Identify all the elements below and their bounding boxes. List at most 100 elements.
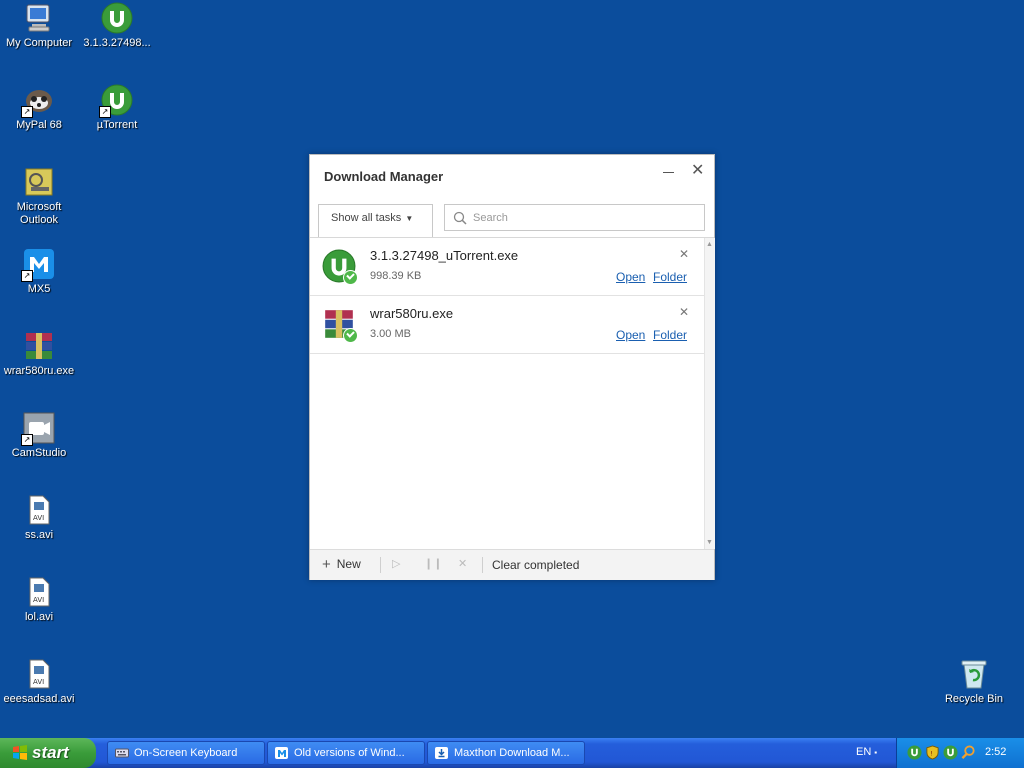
resume-button[interactable]: ▷ (392, 557, 400, 570)
file-name: 3.1.3.27498_uTorrent.exe (370, 248, 519, 263)
file-size: 3.00 MB (370, 328, 411, 340)
mypal-icon: ↗ (21, 84, 55, 118)
desktop-icon-eeesadsad-avi[interactable]: AVI eeesadsad.avi (0, 658, 78, 706)
new-download-button[interactable]: + New (322, 556, 361, 573)
desktop-icon-label: wrar580ru.exe (3, 365, 75, 377)
completed-check-icon (343, 328, 358, 343)
winrar-icon (23, 330, 55, 362)
new-label: New (336, 557, 361, 571)
search-icon (453, 211, 467, 225)
taskbar-button-label: On-Screen Keyboard (134, 747, 238, 759)
utorrent-icon: ↗ (99, 84, 133, 118)
desktop-icon-winrar[interactable]: wrar580ru.exe (0, 330, 78, 378)
remove-item-button[interactable]: ✕ (679, 247, 689, 261)
desktop-icon-label: My Computer (5, 37, 73, 49)
desktop-icon-label: lol.avi (24, 611, 54, 623)
vertical-scrollbar[interactable]: ▲ ▼ (704, 238, 715, 549)
download-manager-window[interactable]: Download Manager ✕ Show all tasks▼ 3.1.3… (309, 154, 715, 580)
shortcut-arrow-icon: ↗ (99, 106, 111, 118)
scroll-down-icon[interactable]: ▼ (706, 539, 713, 546)
search-input[interactable] (473, 209, 693, 226)
folder-link[interactable]: Folder (653, 270, 687, 284)
recycle-bin-icon (958, 658, 990, 690)
taskbar-button-on-screen-keyboard[interactable]: On-Screen Keyboard (107, 741, 265, 765)
close-icon: ✕ (691, 162, 705, 179)
file-size: 998.39 KB (370, 270, 422, 282)
task-filter-dropdown[interactable]: Show all tasks ▼ (318, 204, 433, 237)
avi-file-icon: AVI (23, 494, 55, 526)
file-name: wrar580ru.exe (370, 306, 454, 321)
desktop-icon-lol-avi[interactable]: AVI lol.avi (0, 576, 78, 624)
minimize-button[interactable] (662, 165, 676, 179)
outlook-icon (23, 166, 55, 198)
security-shield-icon[interactable]: ! (925, 745, 940, 760)
shortcut-arrow-icon: ↗ (21, 434, 33, 446)
maxthon-icon (275, 747, 288, 759)
taskbar-button-label: Old versions of Wind... (294, 747, 405, 759)
language-label: EN (856, 746, 872, 758)
desktop-icon-label: µTorrent (96, 119, 138, 131)
desktop-icon-ss-avi[interactable]: AVI ss.avi (0, 494, 78, 542)
pause-icon: ❙❙ (424, 558, 443, 570)
language-indicator[interactable]: EN ▪ (856, 746, 877, 758)
clear-completed-button[interactable]: Clear completed (492, 558, 579, 572)
download-item[interactable]: wrar580ru.exe 3.00 MB ✕ Open Folder (310, 296, 704, 354)
keyboard-icon (115, 748, 129, 758)
shortcut-arrow-icon: ↗ (21, 106, 33, 118)
clock[interactable]: 2:52 (985, 746, 1006, 758)
desktop-icon-mx5[interactable]: ↗ MX5 (0, 248, 78, 296)
pause-button[interactable]: ❙❙ (424, 557, 442, 570)
desktop-icon-recycle-bin[interactable]: Recycle Bin (935, 658, 1013, 706)
desktop-icon-label: eeesadsad.avi (3, 693, 75, 705)
desktop-icon-outlook[interactable]: Microsoft Outlook (0, 166, 78, 227)
utorrent-icon (101, 2, 133, 34)
remove-item-button[interactable]: ✕ (679, 305, 689, 319)
scroll-up-icon[interactable]: ▲ (706, 241, 713, 248)
windows-logo-icon (13, 745, 27, 760)
taskbar: start On-Screen Keyboard Old versions of… (0, 738, 1024, 768)
taskbar-button-old-versions[interactable]: Old versions of Wind... (267, 741, 425, 765)
avi-file-icon: AVI (23, 576, 55, 608)
download-item[interactable]: 3.1.3.27498_uTorrent.exe 998.39 KB ✕ Ope… (310, 238, 704, 296)
taskbar-button-maxthon-download-manager[interactable]: Maxthon Download M... (427, 741, 585, 765)
keyboard-layout-icon: ▪ (874, 748, 878, 757)
close-icon: ✕ (458, 558, 468, 570)
desktop-icon-label: 3.1.3.27498... (83, 37, 151, 49)
start-label: start (32, 743, 69, 762)
close-icon: ✕ (679, 305, 690, 319)
utorrent-tray-icon[interactable] (943, 745, 958, 760)
utorrent-tray-icon[interactable] (907, 745, 922, 760)
close-button[interactable]: ✕ (691, 163, 704, 179)
search-tray-icon[interactable] (961, 745, 976, 760)
desktop-icon-my-computer[interactable]: My Computer (0, 2, 78, 50)
folder-link[interactable]: Folder (653, 328, 687, 342)
desktop-icon-camstudio[interactable]: ↗ CamStudio (0, 412, 78, 460)
delete-button[interactable]: ✕ (458, 557, 467, 570)
desktop-icon-mypal[interactable]: ↗ MyPal 68 (0, 84, 78, 132)
desktop-icon-utorrent-installer[interactable]: 3.1.3.27498... (78, 2, 156, 50)
svg-text:AVI: AVI (33, 514, 44, 522)
start-button[interactable]: start (0, 738, 96, 768)
desktop-icon-label: Recycle Bin (944, 693, 1004, 705)
desktop-icon-label: CamStudio (11, 447, 67, 459)
plus-icon: + (322, 556, 331, 573)
open-link[interactable]: Open (616, 328, 645, 342)
window-title: Download Manager (324, 169, 444, 184)
download-icon (435, 747, 448, 759)
maxthon-icon: ↗ (21, 248, 55, 282)
taskbar-button-label: Maxthon Download M... (454, 747, 570, 759)
desktop-icon-label: ss.avi (24, 529, 54, 541)
svg-text:!: ! (930, 749, 933, 757)
winrar-icon (322, 307, 358, 343)
shortcut-arrow-icon: ↗ (21, 270, 33, 282)
separator (380, 557, 381, 573)
svg-text:AVI: AVI (33, 596, 44, 604)
camstudio-icon: ↗ (21, 412, 55, 446)
search-box[interactable] (444, 204, 705, 231)
close-icon: ✕ (679, 247, 690, 261)
download-list: 3.1.3.27498_uTorrent.exe 998.39 KB ✕ Ope… (310, 238, 704, 549)
desktop-icon-utorrent[interactable]: ↗ µTorrent (78, 84, 156, 132)
open-link[interactable]: Open (616, 270, 645, 284)
play-icon: ▷ (392, 558, 401, 570)
system-tray: ! 2:52 (896, 738, 1024, 768)
